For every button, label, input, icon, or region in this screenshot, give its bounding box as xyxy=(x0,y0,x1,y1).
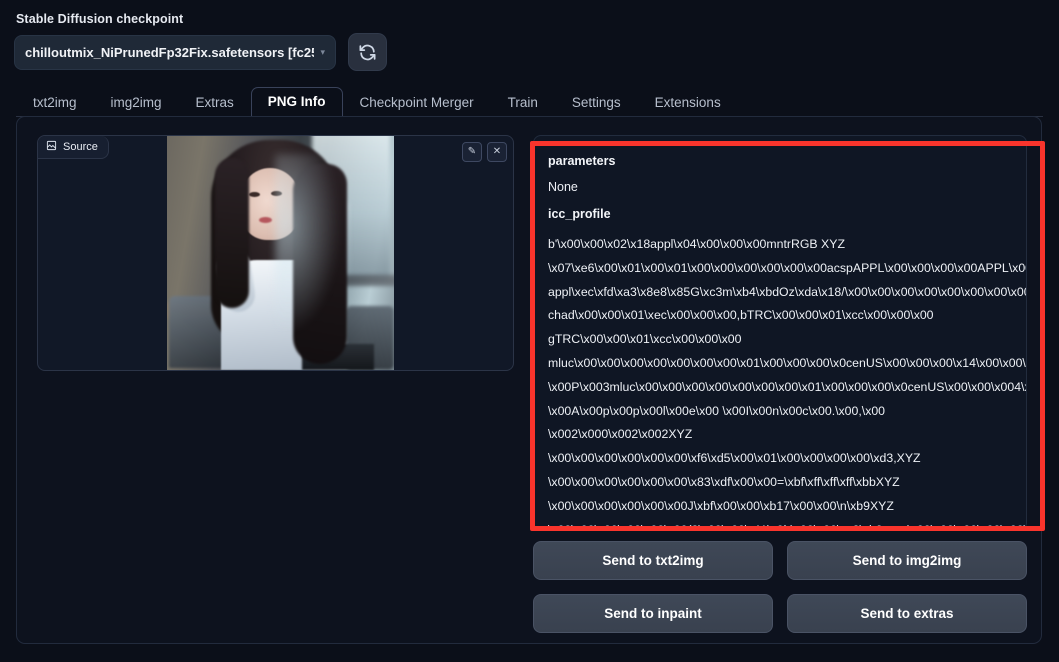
tab-extras[interactable]: Extras xyxy=(179,88,251,117)
icc-line: mluc\x00\x00\x00\x00\x00\x00\x00\x01\x00… xyxy=(548,355,1026,370)
metadata-key-icc-profile: icc_profile xyxy=(548,207,611,221)
icc-line: \x00\x00\x00\x00\x00\x00\xf6\xd5\x00\x01… xyxy=(548,451,921,466)
tab-png-info[interactable]: PNG Info xyxy=(250,87,343,117)
send-to-inpaint-button[interactable]: Send to inpaint xyxy=(533,594,773,633)
stable-diffusion-webui: Stable Diffusion checkpoint chilloutmix_… xyxy=(0,0,1059,662)
source-tab-label: Source xyxy=(63,141,98,153)
icc-line: appl\xec\xfd\xa3\x8e8\x85G\xc3m\xb4\xbdO… xyxy=(548,284,1027,299)
icc-line: chad\x00\x00\x01\xec\x00\x00\x00,bTRC\x0… xyxy=(548,308,934,323)
icc-line: \x07\xe6\x00\x01\x00\x01\x00\x00\x00\x00… xyxy=(548,260,1027,275)
send-to-txt2img-button[interactable]: Send to txt2img xyxy=(533,541,773,580)
icc-line: \x00P\x003mluc\x00\x00\x00\x00\x00\x00\x… xyxy=(548,379,1026,394)
send-to-img2img-button[interactable]: Send to img2img xyxy=(787,541,1027,580)
photo-lips xyxy=(259,217,272,223)
checkpoint-bar: Stable Diffusion checkpoint chilloutmix_… xyxy=(14,12,1044,82)
png-metadata-text[interactable]: parameters None icc_profile b'\x00\x00\x… xyxy=(533,135,1027,531)
tab-checkpoint-merger[interactable]: Checkpoint Merger xyxy=(343,88,491,117)
icc-line: \x00\x00\x00\x00\x00\x00(8\x00\x00\x11\x… xyxy=(548,522,1027,531)
icc-line: gTRC\x00\x00\x01\xcc\x00\x00\x00 xyxy=(548,332,742,347)
refresh-checkpoints-button[interactable] xyxy=(348,33,387,71)
icc-line: b'\x00\x00\x02\x18appl\x04\x00\x00\x00mn… xyxy=(548,237,845,251)
tab-settings[interactable]: Settings xyxy=(555,88,638,117)
icc-line: \x00A\x00p\x00p\x00l\x00e\x00 \x00I\x00n… xyxy=(548,403,886,418)
tab-txt2img[interactable]: txt2img xyxy=(16,88,94,117)
main-tab-bar: txt2img img2img Extras PNG Info Checkpoi… xyxy=(16,86,1043,117)
source-image-preview xyxy=(167,136,394,370)
checkpoint-label: Stable Diffusion checkpoint xyxy=(16,12,184,26)
icc-line: \x00\x00\x00\x00\x00\x00\x83\xdf\x00\x00… xyxy=(548,474,900,489)
source-image-panel[interactable]: Source ✎ ✕ xyxy=(37,135,514,371)
icc-line: \x00\x00\x00\x00\x00\x00J\xbf\x00\x00\xb… xyxy=(548,498,894,513)
tab-img2img[interactable]: img2img xyxy=(94,88,179,117)
tab-train[interactable]: Train xyxy=(491,88,555,117)
image-icon xyxy=(46,138,57,156)
checkpoint-row: chilloutmix_NiPrunedFp32Fix.safetensors … xyxy=(14,33,1044,71)
checkpoint-dropdown[interactable]: chilloutmix_NiPrunedFp32Fix.safetensors … xyxy=(14,34,336,70)
edit-icon[interactable]: ✎ xyxy=(462,142,482,162)
close-icon[interactable]: ✕ xyxy=(487,142,507,162)
send-button-grid: Send to txt2img Send to img2img Send to … xyxy=(533,541,1027,633)
photo-hair-left-strand xyxy=(215,158,249,308)
send-to-extras-button[interactable]: Send to extras xyxy=(787,594,1027,633)
refresh-icon xyxy=(358,43,377,62)
photo-hair-rimlight xyxy=(275,154,341,334)
png-info-panel: Source ✎ ✕ parameters None icc_profile b… xyxy=(16,116,1042,644)
photo-eye-left xyxy=(249,192,260,197)
image-tools: ✎ ✕ xyxy=(462,142,507,162)
metadata-key-parameters: parameters xyxy=(548,154,616,168)
icc-profile-blob: b'\x00\x00\x02\x18appl\x04\x00\x00\x00mn… xyxy=(548,233,1027,531)
source-tab[interactable]: Source xyxy=(38,136,109,159)
metadata-value-parameters: None xyxy=(548,180,578,194)
checkpoint-value: chilloutmix_NiPrunedFp32Fix.safetensors … xyxy=(25,44,315,60)
icc-line: \x002\x000\x002\x002XYZ xyxy=(548,427,693,442)
chevron-down-icon: ▾ xyxy=(320,46,325,57)
tab-extensions[interactable]: Extensions xyxy=(638,88,738,117)
